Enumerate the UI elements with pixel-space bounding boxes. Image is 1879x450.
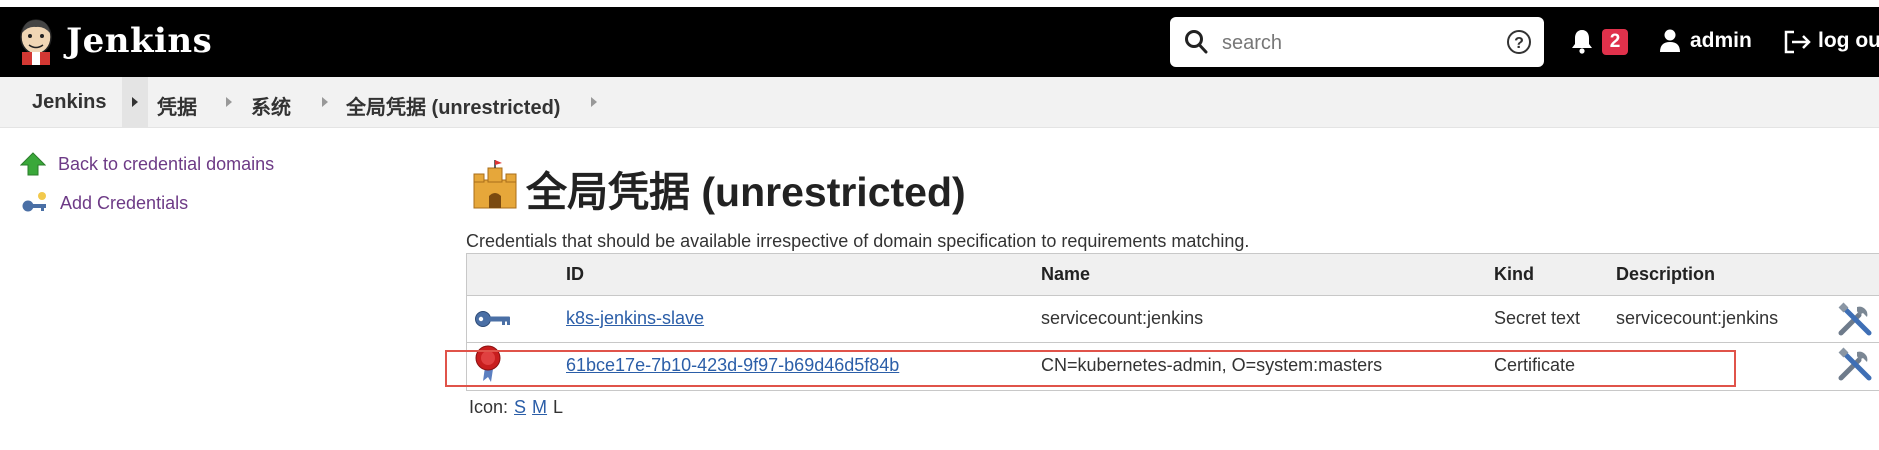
back-to-domains-label[interactable]: Back to credential domains	[58, 154, 274, 175]
back-to-domains-link[interactable]: Back to credential domains	[20, 152, 274, 176]
brand-name[interactable]: Jenkins	[66, 21, 212, 61]
credential-id-link[interactable]: k8s-jenkins-slave	[566, 308, 704, 328]
icon-size-selector: Icon: S M L	[469, 397, 563, 418]
breadcrumb-credentials[interactable]: 凭据	[157, 91, 197, 120]
breadcrumb-global-credentials[interactable]: 全局凭据 (unrestricted)	[346, 91, 560, 120]
add-credentials-label[interactable]: Add Credentials	[60, 193, 188, 214]
username-link[interactable]: admin	[1690, 29, 1752, 53]
search-box: ?	[1170, 17, 1544, 67]
help-icon[interactable]: ?	[1506, 29, 1532, 60]
breadcrumb-separator[interactable]	[322, 97, 328, 107]
key-icon	[474, 308, 512, 335]
add-key-icon	[22, 192, 46, 212]
credential-description-cell: servicecount:jenkins	[1616, 308, 1779, 328]
row-highlight-annotation	[445, 350, 1736, 387]
icon-size-label: Icon:	[469, 397, 509, 417]
up-arrow-icon	[20, 152, 46, 176]
search-icon	[1184, 29, 1208, 60]
credential-kind-cell: Secret text	[1494, 308, 1581, 328]
breadcrumb: Jenkins 凭据 系统 全局凭据 (unrestricted)	[0, 77, 1879, 128]
notifications-bell-icon[interactable]	[1570, 28, 1594, 59]
page-description: Credentials that should be available irr…	[466, 231, 1250, 251]
column-header-name[interactable]: Name	[1041, 264, 1090, 285]
icon-size-small-link[interactable]: S	[514, 397, 526, 417]
icon-size-large-current: L	[553, 397, 564, 417]
add-credentials-link[interactable]: Add Credentials	[20, 191, 188, 215]
notifications-badge[interactable]: 2	[1602, 29, 1628, 55]
search-input[interactable]	[1220, 25, 1494, 61]
breadcrumb-separator[interactable]	[591, 97, 597, 107]
configure-tools-icon[interactable]	[1837, 346, 1873, 387]
header: Jenkins ? 2 admin log ou	[0, 7, 1879, 77]
icon-size-medium-link[interactable]: M	[532, 397, 547, 417]
user-icon[interactable]	[1658, 28, 1682, 59]
breadcrumb-jenkins[interactable]: Jenkins	[32, 91, 106, 114]
credential-name-cell: servicecount:jenkins	[1041, 308, 1204, 328]
credential-id-cell[interactable]: k8s-jenkins-slave	[566, 308, 704, 329]
logout-link[interactable]: log ou	[1818, 29, 1879, 53]
castle-icon	[470, 160, 520, 215]
jenkins-logo-icon[interactable]	[14, 17, 58, 65]
top-border	[0, 0, 1879, 7]
logout-icon[interactable]	[1783, 29, 1813, 60]
table-row: k8s-jenkins-slave servicecount:jenkins S…	[467, 296, 1879, 343]
breadcrumb-separator[interactable]	[226, 97, 232, 107]
page-title: 全局凭据 (unrestricted)	[526, 169, 966, 215]
column-header-id[interactable]: ID	[566, 264, 584, 285]
table-header: ID Name Kind Description	[467, 254, 1879, 296]
configure-tools-icon[interactable]	[1837, 301, 1873, 342]
breadcrumb-system[interactable]: 系统	[251, 91, 291, 120]
breadcrumb-separator-active[interactable]	[122, 77, 148, 127]
column-header-kind[interactable]: Kind	[1494, 264, 1534, 285]
column-header-description[interactable]: Description	[1616, 264, 1715, 285]
svg-text:?: ?	[1514, 35, 1524, 52]
